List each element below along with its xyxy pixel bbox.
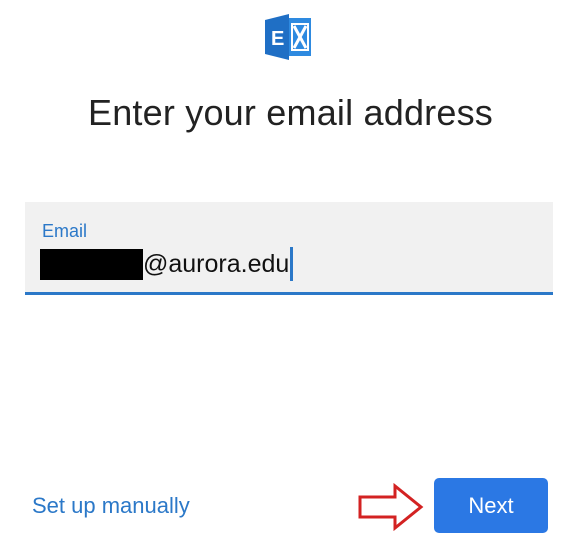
redaction-block: [40, 248, 143, 280]
page-title: Enter your email address: [88, 92, 493, 133]
svg-text:E: E: [271, 28, 284, 50]
email-input-value: @aurora.edu: [143, 250, 290, 278]
exchange-logo-icon: E: [265, 14, 311, 60]
email-input[interactable]: @aurora.edu: [40, 247, 294, 281]
email-setup-screen: E Enter your email address Email @aurora…: [0, 0, 581, 542]
next-button[interactable]: Next: [434, 478, 548, 533]
red-arrow-icon: [358, 483, 424, 531]
email-field[interactable]: Email @aurora.edu: [25, 202, 553, 295]
email-field-label: Email: [42, 221, 88, 241]
set-up-manually-link[interactable]: Set up manually: [32, 493, 190, 519]
text-cursor: [290, 247, 294, 281]
